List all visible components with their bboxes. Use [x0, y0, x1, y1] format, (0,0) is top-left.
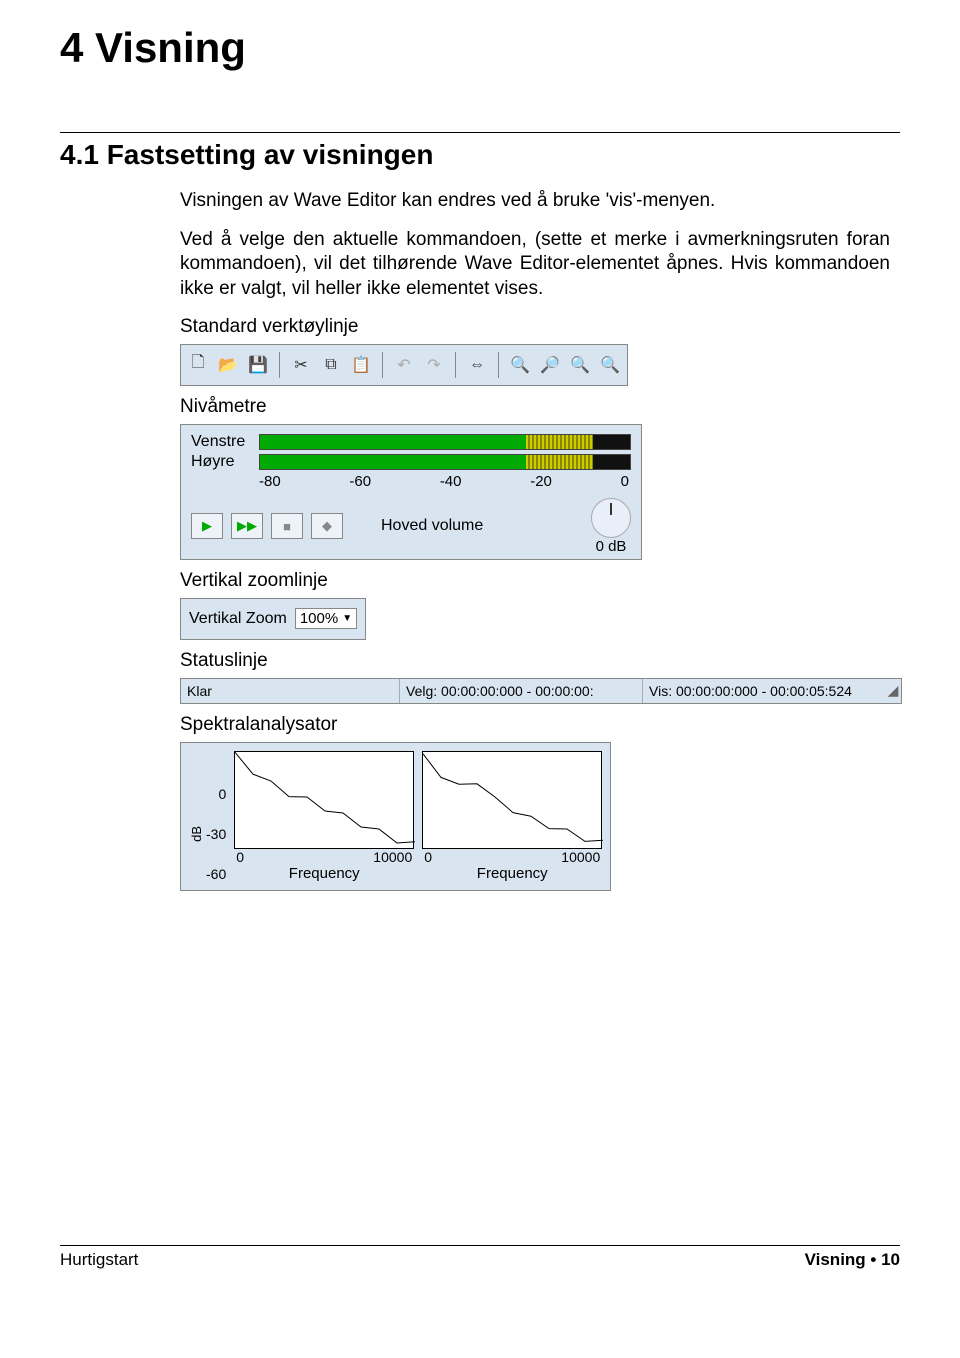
paste-icon[interactable]: 📋 [350, 354, 372, 376]
meter-scale: -80 -60 -40 -20 0 [259, 473, 631, 490]
paragraph-detail: Ved å velge den aktuelle kommandoen, (se… [180, 228, 890, 302]
zoom-selection-icon[interactable]: 🔍 [569, 354, 591, 376]
scale-tick: -60 [349, 473, 371, 490]
volume-knob[interactable]: 0 dB [591, 498, 631, 555]
zoom-reset-icon[interactable]: 🔍 [599, 354, 621, 376]
vzoom-value: 100% [300, 610, 338, 627]
vzoom-select[interactable]: 100% ▼ [295, 608, 357, 629]
cut-icon[interactable]: ✂ [290, 354, 312, 376]
chevron-down-icon: ▼ [342, 613, 352, 624]
play-button[interactable]: ▶ [191, 513, 223, 539]
caption-meters: Nivåmetre [180, 396, 890, 418]
xtick: 10000 [561, 849, 600, 865]
scale-tick: -40 [440, 473, 462, 490]
meter-right [259, 454, 631, 470]
level-meters-panel: Venstre Høyre -80 -60 -40 -20 0 [180, 424, 642, 560]
footer-right: Visning • 10 [805, 1250, 900, 1270]
meter-left [259, 434, 631, 450]
caption-status: Statuslinje [180, 650, 890, 672]
scale-tick: 0 [621, 473, 629, 490]
scale-tick: -20 [530, 473, 552, 490]
scale-tick: -80 [259, 473, 281, 490]
toolbar-separator [279, 352, 280, 378]
toolbar-separator [498, 352, 499, 378]
xtick: 0 [236, 849, 244, 865]
meter-left-label: Venstre [191, 433, 255, 451]
save-file-icon[interactable]: 💾 [247, 354, 269, 376]
paragraph-intro: Visningen av Wave Editor kan endres ved … [180, 189, 890, 214]
new-file-icon[interactable]: 🗋 [187, 354, 209, 376]
spectral-y-unit: dB [189, 826, 204, 842]
spectral-y-ticks: 0 -30 -60 [206, 786, 226, 882]
volume-db-readout: 0 dB [591, 538, 631, 555]
vzoom-label: Vertikal Zoom [189, 610, 287, 628]
footer-left: Hurtigstart [60, 1250, 138, 1270]
status-bar: Klar Velg: 00:00:00:000 - 00:00:00: Vis:… [180, 678, 902, 704]
resize-grip-icon[interactable]: ◢ [885, 682, 901, 699]
caption-spectral: Spektralanalysator [180, 714, 890, 736]
spectral-analyzer-panel: dB 0 -30 -60 0 10000 [180, 742, 611, 891]
undo-icon[interactable]: ↶ [393, 354, 415, 376]
play-loop-button[interactable]: ▶▶ [231, 513, 263, 539]
caption-toolbar: Standard verktøylinje [180, 316, 890, 338]
xtick: 10000 [373, 849, 412, 865]
record-button[interactable]: ◆ [311, 513, 343, 539]
spectral-line-left [235, 752, 415, 848]
ytick: -60 [206, 866, 226, 882]
fit-width-icon[interactable]: ⇔ [466, 354, 488, 376]
caption-vzoom: Vertikal zoomlinje [180, 570, 890, 592]
status-ready: Klar [181, 679, 400, 703]
zoom-out-icon[interactable]: 🔎 [539, 354, 561, 376]
copy-icon[interactable]: ⧉ [320, 354, 342, 376]
toolbar-separator [382, 352, 383, 378]
chapter-title: 4 Visning [60, 24, 900, 72]
spectral-line-right [423, 752, 603, 848]
toolbar-separator [455, 352, 456, 378]
meter-right-label: Høyre [191, 453, 255, 471]
ytick: -30 [206, 826, 226, 842]
section-title: 4.1 Fastsetting av visningen [60, 139, 900, 171]
vertical-zoom-bar: Vertikal Zoom 100% ▼ [180, 598, 366, 640]
redo-icon[interactable]: ↷ [423, 354, 445, 376]
xlabel: Frequency [234, 865, 414, 882]
page-footer: Hurtigstart Visning • 10 [60, 1245, 900, 1270]
open-file-icon[interactable]: 📂 [217, 354, 239, 376]
stop-button[interactable]: ■ [271, 513, 303, 539]
ytick: 0 [218, 786, 226, 802]
status-selection: Velg: 00:00:00:000 - 00:00:00: [400, 679, 643, 703]
spectral-plot-left: 0 10000 Frequency [234, 751, 414, 882]
xlabel: Frequency [422, 865, 602, 882]
spectral-plot-right: 0 10000 Frequency [422, 751, 602, 882]
zoom-in-icon[interactable]: 🔍 [509, 354, 531, 376]
section-divider [60, 132, 900, 133]
status-visible-range: Vis: 00:00:00:000 - 00:00:05:524 [643, 679, 885, 703]
standard-toolbar: 🗋 📂 💾 ✂ ⧉ 📋 ↶ ↷ ⇔ 🔍 🔎 🔍 🔍 [180, 344, 628, 386]
xtick: 0 [424, 849, 432, 865]
volume-label: Hoved volume [381, 517, 483, 535]
